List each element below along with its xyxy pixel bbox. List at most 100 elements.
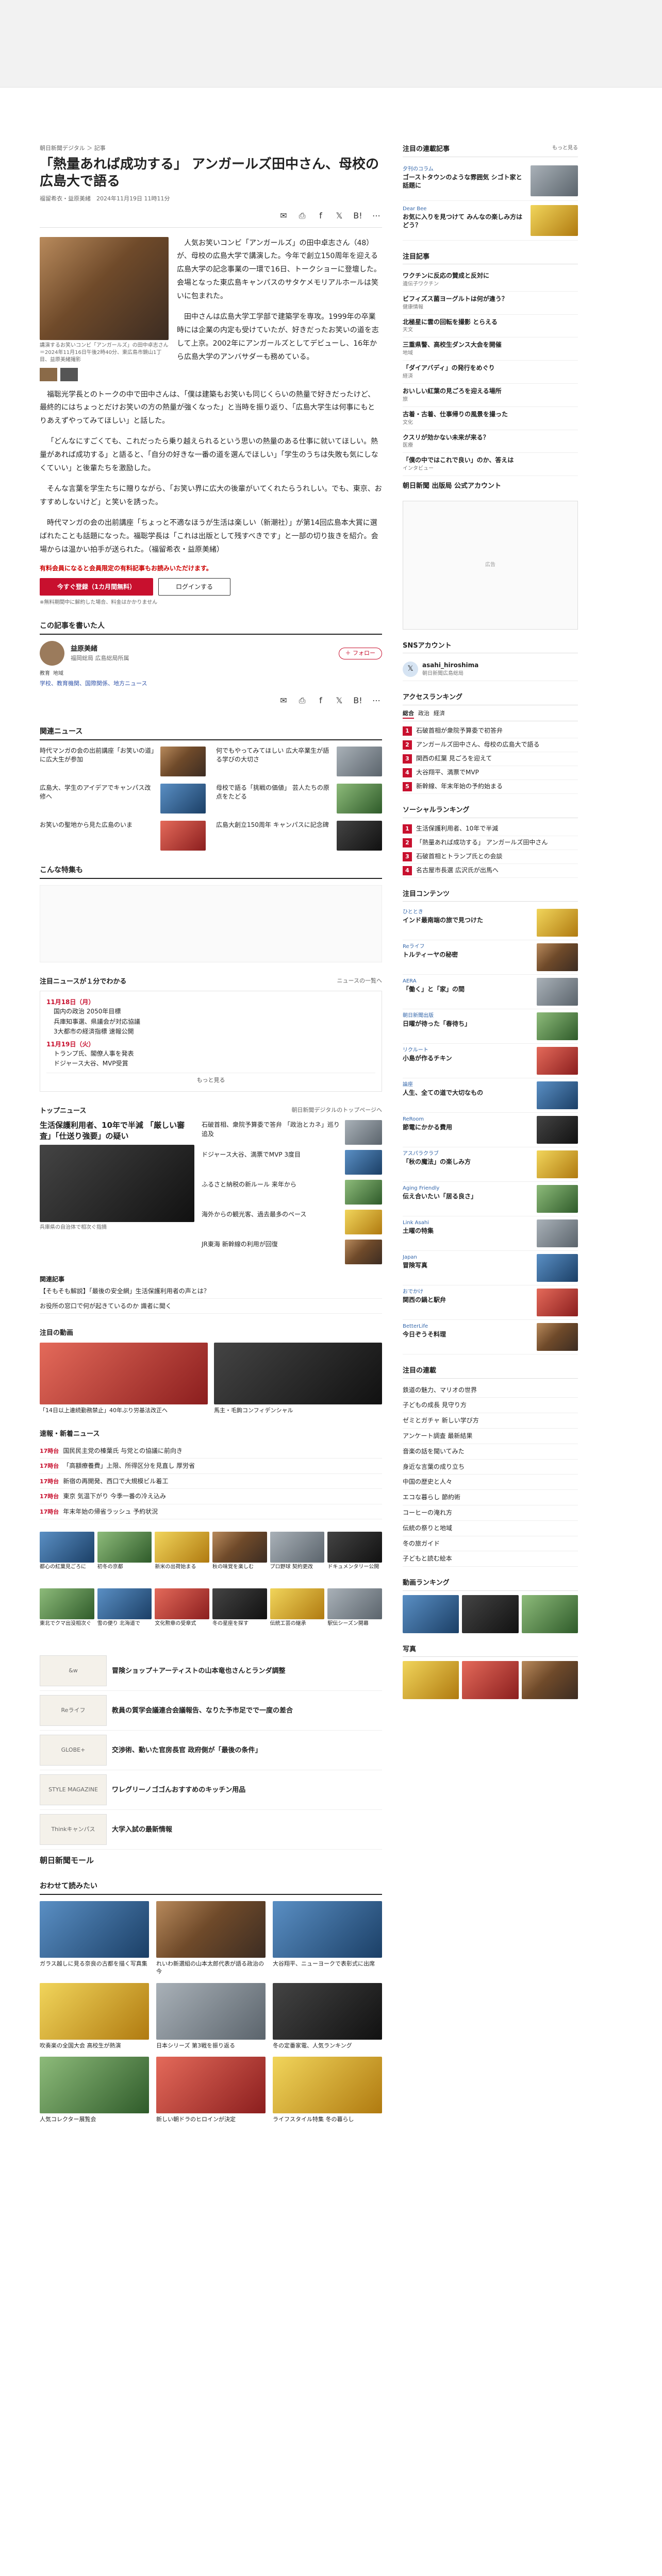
tile[interactable]: 雪の便り 北海道で bbox=[97, 1588, 152, 1642]
writer-name[interactable]: 益原美緒 bbox=[71, 644, 129, 654]
promo-item[interactable]: Thinkキャンパス 大学入試の最新情報 bbox=[40, 1810, 382, 1850]
related-item[interactable]: 時代マンガの会の出前講座「お笑いの道」に広大生が参加 bbox=[40, 746, 206, 776]
top-news-item[interactable]: ふるさと納税の新ルール 来年から bbox=[202, 1180, 382, 1205]
side-article[interactable]: ビフィズス菌ヨーグルトは何が違う？ 健康情報 bbox=[403, 292, 578, 315]
video-thumb[interactable] bbox=[462, 1595, 519, 1633]
side-article[interactable]: 「ダイアバディ」の発行をめぐり 経済 bbox=[403, 361, 578, 384]
photo-thumbnail[interactable] bbox=[40, 367, 57, 381]
rec-card[interactable]: ライフスタイル特集 冬の暮らし bbox=[273, 2057, 382, 2123]
topic-link[interactable]: 伝統の祭りと地域 bbox=[403, 1521, 578, 1536]
social-item[interactable]: 3 石破首相とトランプ氏との会談 bbox=[403, 850, 578, 864]
ranking-item[interactable]: 4 大谷翔平、満票でMVP bbox=[403, 766, 578, 781]
topic-link[interactable]: 子どもと読む絵本 bbox=[403, 1551, 578, 1567]
tile[interactable]: ドキュメンタリー公開 bbox=[327, 1532, 382, 1585]
timeline-item[interactable]: 国内の政治 2050年目標 bbox=[54, 1007, 375, 1016]
rec-card[interactable]: 人気コレクター展覧会 bbox=[40, 2057, 149, 2123]
mail-icon[interactable]: ✉ bbox=[278, 210, 289, 222]
timeline-item[interactable]: ドジャース大谷、MVP受賞 bbox=[54, 1059, 375, 1069]
rec-card[interactable]: ガラス越しに見る奈良の古都を描く写真集 bbox=[40, 1901, 149, 1976]
tile[interactable]: 駅伝シーズン開幕 bbox=[327, 1588, 382, 1642]
topic-link[interactable]: 子どもの成長 見守り方 bbox=[403, 1398, 578, 1414]
top-news-item[interactable]: 石破首相、衆院予算委で答弁 「政治とカネ」巡り追及 bbox=[202, 1120, 382, 1145]
top-news-item[interactable]: 海外からの観光客、過去最多のペース bbox=[202, 1210, 382, 1235]
tile[interactable]: 都心の紅葉見ごろに bbox=[40, 1532, 94, 1585]
ranking-item[interactable]: 3 関西の紅葉 見ごろを迎えて bbox=[403, 752, 578, 767]
more-icon[interactable]: ⋯ bbox=[371, 210, 382, 222]
topic-link[interactable]: エコな暮らし 節約術 bbox=[403, 1490, 578, 1506]
shop-title[interactable]: 朝日新聞モール bbox=[40, 1855, 382, 1867]
topic-link[interactable]: 中国の歴史と人々 bbox=[403, 1475, 578, 1490]
video-card[interactable]: 馬主・毛鉤コンフィデンシャル bbox=[214, 1342, 382, 1415]
ranking-item[interactable]: 2 アンガールズ田中さん、母校の広島大で語る bbox=[403, 738, 578, 753]
topic-link[interactable]: 身近な言葉の成り立ち bbox=[403, 1460, 578, 1475]
print-icon[interactable]: ⎙ bbox=[296, 694, 308, 707]
content-item[interactable]: 論座 人生、全ての道で大切なもの bbox=[403, 1078, 578, 1113]
ranking-item[interactable]: 5 新幹線、年末年始の予約始まる bbox=[403, 780, 578, 794]
social-item[interactable]: 4 名古屋市長選 広沢氏が出馬へ bbox=[403, 864, 578, 878]
related-item[interactable]: 広島大、学生のアイデアでキャンパス改修へ bbox=[40, 783, 206, 814]
content-item[interactable]: Aging Friendly 伝え合いたい「居る良さ」 bbox=[403, 1182, 578, 1217]
facebook-icon[interactable]: f bbox=[315, 210, 326, 222]
latest-item[interactable]: 17時台 国民民主党の榛葉氏 与党との協議に前向き bbox=[40, 1444, 382, 1459]
breadcrumb[interactable]: 朝日新聞デジタル ＞ 記事 bbox=[40, 144, 382, 153]
features-more-link[interactable]: もっと見る bbox=[552, 144, 578, 155]
tile[interactable]: 伝統工芸の継承 bbox=[270, 1588, 325, 1642]
feature-item[interactable]: Dear Bee お気に入りを見つけて みんなの楽しみ方はどう？ bbox=[403, 201, 578, 241]
video-card[interactable]: 「14日以上連続勤務禁止」40年ぶり労基法改正へ bbox=[40, 1342, 208, 1415]
photo-thumb[interactable] bbox=[403, 1661, 459, 1700]
rec-card[interactable]: 大谷翔平、ニューヨークで表彰式に出席 bbox=[273, 1901, 382, 1976]
promo-item[interactable]: Reライフ 教員の質学会議連合会議報告、なりた予市足でで一度の差合 bbox=[40, 1691, 382, 1731]
content-item[interactable]: ひととき インド最南端の旅で見つけた bbox=[403, 906, 578, 941]
rec-card[interactable]: れいわ新選組の山本太郎代表が語る政治の今 bbox=[156, 1901, 266, 1976]
writer-tag[interactable]: 教育 bbox=[40, 670, 50, 677]
content-item[interactable]: アスパラクラブ 「秋の魔法」の楽しみ方 bbox=[403, 1147, 578, 1182]
hatena-icon[interactable]: B! bbox=[352, 694, 363, 707]
topic-link[interactable]: アンケート調査 最新結果 bbox=[403, 1429, 578, 1444]
top-news-link[interactable]: 朝日新聞デジタルのトップページへ bbox=[291, 1106, 382, 1116]
content-item[interactable]: Link Asahi 土曜の特集 bbox=[403, 1216, 578, 1251]
facebook-icon[interactable]: f bbox=[315, 694, 326, 707]
related-item[interactable]: 何でもやってみてほしい 広大卒業生が語る学びの大切さ bbox=[216, 746, 382, 776]
topic-link[interactable]: 鉄道の魅力、マリオの世界 bbox=[403, 1383, 578, 1398]
tile[interactable]: 新米の出荷始まる bbox=[155, 1532, 209, 1585]
content-item[interactable]: 朝日新聞出版 日曜が待った「春待ち」 bbox=[403, 1009, 578, 1044]
side-article[interactable]: 三重県警、高校生ダンス大会を開催 地域 bbox=[403, 337, 578, 361]
hatena-icon[interactable]: B! bbox=[352, 210, 363, 222]
latest-item[interactable]: 17時台 「高額療養費」上限、所得区分を見直し 厚労省 bbox=[40, 1459, 382, 1474]
sns-item[interactable]: 𝕏asahi_hiroshima 朝日新聞広島総局 bbox=[403, 657, 578, 682]
promo-item[interactable]: GLOBE+ 交渉術、動いた官房長官 政府側が「最後の条件」 bbox=[40, 1731, 382, 1771]
content-item[interactable]: AERA 「働く」と「家」の間 bbox=[403, 975, 578, 1010]
writer-tag[interactable]: 地域 bbox=[53, 670, 63, 677]
side-article[interactable]: 古着・古着、仕事帰りの風景を撮った 文化 bbox=[403, 407, 578, 430]
side-article[interactable]: おいしい紅葉の見ごろを迎える場所旅 bbox=[403, 384, 578, 407]
related-feature-item[interactable]: 【そもそも解説】「最後の安全網」生活保護利用者の声とは？ bbox=[40, 1284, 382, 1299]
side-article[interactable]: 「僕の中ではこれで良い」のか、答えは インタビュー bbox=[403, 453, 578, 477]
timeline-item[interactable]: トランプ氏、閣僚人事を発表 bbox=[54, 1049, 375, 1059]
timeline-item[interactable]: 3大都市の経済指標 速報公開 bbox=[54, 1027, 375, 1037]
related-feature-item[interactable]: お役所の窓口で何が起きているのか 識者に聞く bbox=[40, 1299, 382, 1314]
content-item[interactable]: ReRoom 節電にかかる費用 bbox=[403, 1113, 578, 1148]
x-icon[interactable]: 𝕏 bbox=[334, 694, 345, 707]
tile[interactable]: 文化勲章の受章式 bbox=[155, 1588, 209, 1642]
more-icon[interactable]: ⋯ bbox=[371, 694, 382, 707]
top-news-item[interactable]: JR東海 新幹線の利用が回復 bbox=[202, 1240, 382, 1265]
content-item[interactable]: おでかけ 関西の鍋と駅弁 bbox=[403, 1285, 578, 1320]
follow-button[interactable]: ＋ フォロー bbox=[338, 648, 382, 659]
side-article[interactable]: 北極星に雲の回転を撮影 とらえる 天文 bbox=[403, 315, 578, 338]
rec-card[interactable]: 冬の定番家電、人気ランキング bbox=[273, 1982, 382, 2049]
mail-icon[interactable]: ✉ bbox=[278, 694, 289, 707]
lead-photo[interactable] bbox=[40, 236, 169, 340]
writer-tag-line[interactable]: 学校、教育機関、国際関係、地方ニュース bbox=[40, 680, 382, 688]
ranking-tab[interactable]: 経済 bbox=[434, 709, 445, 719]
timeline-more-link[interactable]: ニュースの一覧へ bbox=[337, 977, 382, 987]
social-item[interactable]: 2 「熱量あれば成功する」 アンガールズ田中さん bbox=[403, 836, 578, 850]
topic-link[interactable]: コーヒーの淹れ方 bbox=[403, 1505, 578, 1521]
content-item[interactable]: BetterLife 今日ぞうそ料理 bbox=[403, 1320, 578, 1355]
top-news-lead[interactable]: 生活保護利用者、10年で半減 「厳しい審査」「仕送り強要」の疑い 兵庫県の自治体… bbox=[40, 1120, 194, 1269]
tile[interactable]: 東北でクマ出没相次ぐ bbox=[40, 1588, 94, 1642]
photo-thumb[interactable] bbox=[462, 1661, 519, 1700]
topic-link[interactable]: 冬の旅ガイド bbox=[403, 1536, 578, 1552]
related-item[interactable]: 母校で語る「挑戦の価値」 芸人たちの原点をたどる bbox=[216, 783, 382, 814]
ranking-item[interactable]: 1 石破首相が衆院予算委で初答弁 bbox=[403, 724, 578, 739]
rec-card[interactable]: 日本シリーズ 第3戦を振り返る bbox=[156, 1982, 266, 2049]
